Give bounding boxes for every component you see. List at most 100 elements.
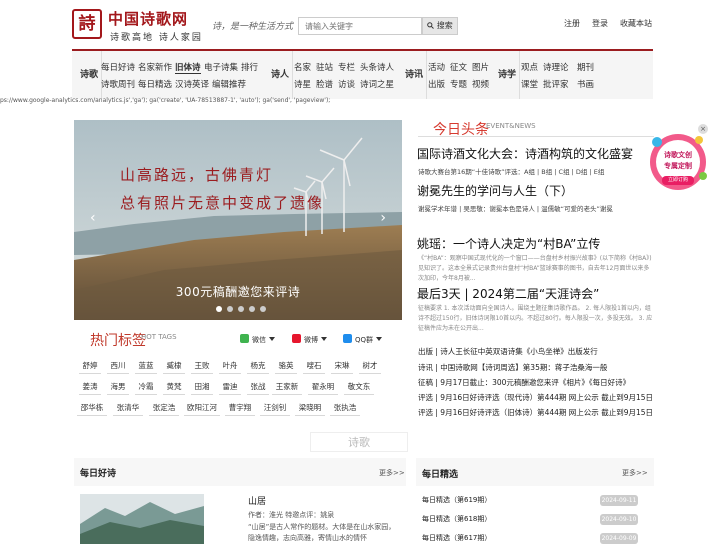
tag-link[interactable]: 叶舟 (219, 360, 241, 374)
slider-prev-arrow-icon[interactable]: ‹ (90, 210, 96, 226)
selection-more-link[interactable]: 更多>> (622, 468, 648, 478)
tag-link[interactable]: 王败 (191, 360, 213, 374)
ad-button[interactable]: 立即订购 (662, 176, 694, 185)
nav-link-active[interactable]: 旧体诗 (175, 61, 201, 74)
tag-link[interactable]: 骆英 (275, 360, 297, 374)
site-title[interactable]: 中国诗歌网 (108, 8, 188, 29)
nav-link[interactable]: 头条诗人 (360, 61, 394, 73)
tag-link[interactable]: 敬文东 (344, 381, 374, 395)
tag-link[interactable]: 曹宇翔 (225, 402, 255, 416)
nav-link[interactable]: 活动 (428, 61, 445, 73)
nav-link[interactable]: 诗星 (294, 78, 311, 90)
nav-link[interactable]: 专栏 (338, 61, 355, 73)
tag-link[interactable]: 冷霜 (135, 381, 157, 395)
headline-sublinks[interactable]: 诗歌大赛台第16期“十佳诗歌”评选：A组 | B组 | C组 | D组 | E组 (418, 166, 604, 176)
nav-link[interactable]: 驻站 (316, 61, 333, 73)
nav-category-poetics[interactable]: 诗学 (498, 51, 520, 99)
nav-category-poets[interactable]: 诗人 (271, 51, 293, 99)
news-item[interactable]: 评选 | 9月16日好诗评选（旧体诗）第444期 网上公示 截止到9月15日 (418, 407, 653, 418)
nav-link[interactable]: 诗词之星 (360, 78, 394, 90)
poem-title[interactable]: 山居 (248, 494, 266, 507)
nav-category-poetry[interactable]: 诗歌 (80, 51, 102, 99)
login-link[interactable]: 登录 (592, 12, 608, 36)
poetry-tab[interactable]: 诗歌 (310, 432, 408, 452)
slider-next-arrow-icon[interactable]: › (380, 210, 386, 226)
news-item[interactable]: 诗讯 | 中国诗歌网【诗词周选】第35期：蒋子浩桑海一般 (418, 362, 607, 373)
nav-link[interactable]: 汉诗英译 (175, 78, 209, 90)
tag-link[interactable]: 舒婷 (79, 360, 101, 374)
headline-link[interactable]: 谢冕先生的学问与人生（下） (417, 182, 573, 199)
register-link[interactable]: 注册 (564, 12, 580, 36)
headline-link[interactable]: 最后3天 | 2024第二届“天涯诗会” (417, 285, 599, 302)
tag-link[interactable]: 张战 (247, 381, 269, 395)
news-item[interactable]: 评选 | 9月16日好诗评选（现代诗）第444期 网上公示 截止到9月15日 (418, 392, 653, 403)
nav-link[interactable]: 每日好诗 (101, 61, 135, 73)
tag-link[interactable]: 田湘 (191, 381, 213, 395)
selection-item[interactable]: 每日精选（第619期） (422, 495, 491, 505)
nav-link[interactable]: 诗歌周刊 (101, 78, 135, 90)
tag-link[interactable]: 树才 (359, 360, 381, 374)
slider-dot[interactable] (260, 306, 266, 312)
nav-link[interactable]: 访谈 (338, 78, 355, 90)
tag-link[interactable]: 西川 (107, 360, 129, 374)
tag-link[interactable]: 梁晓明 (295, 402, 325, 416)
tag-link[interactable]: 邵华栋 (77, 402, 107, 416)
tag-link[interactable]: 汪剑钊 (260, 402, 290, 416)
share-qq-group[interactable]: QQ群 (343, 334, 383, 347)
slider-dot[interactable] (249, 306, 255, 312)
tag-link[interactable]: 王家新 (272, 381, 302, 395)
headline-link[interactable]: 国际诗酒文化大会：诗酒构筑的文化盛宴 (417, 145, 633, 162)
slider-dot[interactable] (238, 306, 244, 312)
nav-link[interactable]: 诗理论 (543, 61, 569, 73)
nav-link[interactable]: 图片 (472, 61, 489, 73)
nav-link[interactable]: 编辑推荐 (212, 78, 246, 90)
nav-link[interactable]: 每日精选 (138, 78, 172, 90)
tag-link[interactable]: 臧棣 (163, 360, 185, 374)
nav-link[interactable]: 脸谱 (316, 78, 333, 90)
search-input[interactable] (298, 17, 422, 35)
search-button[interactable]: 搜索 (422, 17, 458, 35)
selection-item[interactable]: 每日精选（第618期） (422, 514, 491, 524)
news-item[interactable]: 出版 | 诗人王长征中英双语诗集《小鸟坐禅》出版发行 (418, 346, 598, 357)
slide-caption[interactable]: 300元稿酬邀您来评诗 (74, 283, 402, 300)
tag-link[interactable]: 嗖石 (303, 360, 325, 374)
daily-poem-thumbnail[interactable] (80, 494, 204, 544)
floating-ad[interactable]: 诗歌文创 专属定制 立即订购 (647, 124, 709, 194)
headline-sublinks[interactable]: 谢冕学术年谱 | 吴思敬：谢冕本色是诗人 | 温儒敏“可爱的老头”谢冕 (418, 203, 613, 213)
nav-link[interactable]: 视频 (472, 78, 489, 90)
tag-link[interactable]: 黄梵 (163, 381, 185, 395)
nav-link[interactable]: 书画 (577, 78, 594, 90)
headline-link[interactable]: 姚瑶：一个诗人决定为“村BA”立传 (417, 235, 600, 252)
slider-dot[interactable] (227, 306, 233, 312)
tag-link[interactable]: 雷迪 (219, 381, 241, 395)
slider-dot[interactable] (216, 306, 222, 312)
bookmark-link[interactable]: 收藏本站 (620, 12, 652, 36)
selection-item[interactable]: 每日精选（第617期） (422, 533, 491, 543)
nav-link[interactable]: 观点 (521, 61, 538, 73)
share-weibo[interactable]: 微博 (292, 334, 327, 347)
close-icon[interactable]: × (698, 124, 708, 134)
nav-link[interactable]: 专题 (450, 78, 467, 90)
daily-more-link[interactable]: 更多>> (379, 468, 405, 478)
tag-link[interactable]: 张执浩 (330, 402, 360, 416)
nav-link[interactable]: 课堂 (521, 78, 538, 90)
nav-link[interactable]: 批评家 (543, 78, 569, 90)
nav-link[interactable]: 期刊 (577, 61, 594, 73)
tag-link[interactable]: 欧阳江河 (184, 402, 220, 416)
news-item[interactable]: 征稿 | 9月17日截止：300元稿酬邀您来评《相片》《每日好诗》 (418, 377, 630, 388)
tag-link[interactable]: 宋琳 (331, 360, 353, 374)
nav-category-news[interactable]: 诗讯 (405, 51, 427, 99)
tag-link[interactable]: 姜涛 (79, 381, 101, 395)
tag-link[interactable]: 翟永明 (308, 381, 338, 395)
tag-link[interactable]: 张清华 (113, 402, 143, 416)
nav-link[interactable]: 出版 (428, 78, 445, 90)
nav-link[interactable]: 征文 (450, 61, 467, 73)
nav-link[interactable]: 电子诗集 (204, 61, 238, 73)
tag-link[interactable]: 海男 (107, 381, 129, 395)
tag-link[interactable]: 杨克 (247, 360, 269, 374)
tag-link[interactable]: 蓝蓝 (135, 360, 157, 374)
nav-link[interactable]: 名家新作 (138, 61, 172, 73)
image-slider[interactable]: 山高路远，古佛青灯 总有照片无意中变成了遗像 ‹ › 300元稿酬邀您来评诗 (74, 120, 402, 320)
logo-mark[interactable]: 詩 (72, 9, 102, 39)
share-wechat[interactable]: 微信 (240, 334, 275, 347)
